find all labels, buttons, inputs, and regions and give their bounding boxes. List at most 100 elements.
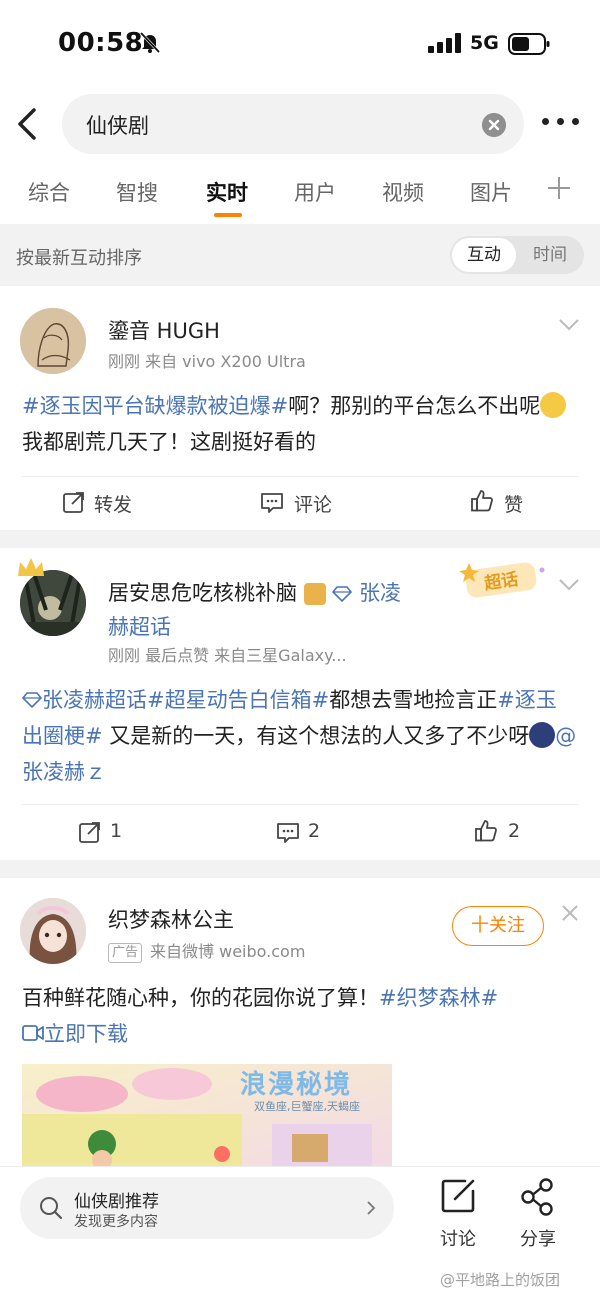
search-header: 仙侠剧: [0, 90, 600, 160]
search-input[interactable]: 仙侠剧: [62, 94, 524, 154]
like-icon[interactable]: [474, 819, 498, 843]
super-topic-tag[interactable]: 张凌赫超话: [42, 688, 147, 712]
avatar[interactable]: [20, 570, 86, 636]
tab-videos[interactable]: 视频: [382, 177, 424, 207]
username-text: 居安思危吃核桃补脑: [108, 581, 297, 605]
like-count[interactable]: 2: [508, 820, 520, 842]
super-topic-badge: 超话: [458, 560, 550, 600]
signal-icon: [428, 33, 461, 53]
post-text: 百种鲜花随心种，你的花园你说了算！: [22, 986, 379, 1010]
search-query: 仙侠剧: [86, 114, 149, 138]
back-arrow-icon[interactable]: [10, 102, 46, 146]
sort-label: 按最新互动排序: [16, 248, 142, 269]
post-text: 都想去雪地捡言正: [329, 688, 498, 712]
clear-search-icon[interactable]: [482, 113, 506, 137]
post-username[interactable]: 织梦森林公主: [108, 904, 234, 934]
post-text-continued: 又是新的一天，有这个想法的人又多了不少呀: [102, 724, 530, 748]
avatar-forest-image: [20, 570, 86, 636]
more-options-button[interactable]: [542, 116, 582, 128]
smile-emoji-icon: [540, 392, 567, 418]
status-time: 00:58: [58, 28, 144, 58]
post-hashtag[interactable]: #超星动告白信箱#: [147, 688, 329, 712]
sort-option-time[interactable]: 时间: [518, 238, 582, 272]
active-tab-indicator: [214, 213, 242, 217]
crown-icon: [18, 558, 44, 576]
like-button[interactable]: 赞: [504, 490, 523, 517]
post-text: 啊？那别的平台怎么不出呢: [288, 394, 541, 418]
bottom-bar: 仙侠剧推荐 发现更多内容 讨论 分享 @平地路上的饭团: [0, 1166, 600, 1300]
repost-icon[interactable]: [78, 820, 102, 844]
comment-icon[interactable]: [260, 490, 284, 514]
share-button[interactable]: 分享: [508, 1175, 568, 1250]
divider: [22, 804, 578, 805]
tab-smart-search[interactable]: 智搜: [116, 177, 158, 207]
chevron-down-icon[interactable]: [558, 578, 580, 592]
avatar-princess-image: [20, 898, 86, 964]
ad-image-subtitle: 双鱼座,巨蟹座,天蝎座: [254, 1100, 360, 1113]
tab-realtime[interactable]: 实时: [206, 177, 248, 207]
battery-icon: [508, 33, 550, 55]
tab-users[interactable]: 用户: [294, 177, 336, 207]
post-separator: [0, 860, 600, 878]
divider: [22, 476, 578, 477]
post-source: 来自微博 weibo.com: [150, 942, 306, 961]
search-tabs: 综合 智搜 实时 用户 视频 图片: [0, 165, 600, 221]
ad-tag: 广告: [108, 943, 143, 963]
diamond-icon: [21, 692, 43, 709]
post-card[interactable]: 居安思危吃核桃补脑 张凌赫超话 刚刚 最后点赞 来自三星Galaxy... 超话…: [0, 548, 600, 860]
super-topic-badge-label: 超话: [483, 569, 520, 595]
avatar[interactable]: [20, 308, 86, 374]
crown-badge-icon: [303, 583, 326, 605]
chevron-right-icon: [367, 1201, 376, 1215]
repost-button[interactable]: 转发: [94, 490, 132, 517]
search-icon: [40, 1197, 63, 1220]
ad-game-image[interactable]: 浪漫秘境 双鱼座,巨蟹座,天蝎座: [22, 1064, 392, 1174]
status-bar: 00:58 5G: [0, 0, 600, 90]
repost-icon[interactable]: [62, 490, 86, 514]
tab-comprehensive[interactable]: 综合: [28, 177, 70, 207]
post-username[interactable]: 鎏音 HUGH: [108, 315, 220, 345]
download-link[interactable]: 立即下载: [44, 1022, 128, 1046]
bell-off-icon: [139, 31, 161, 54]
sort-option-interaction[interactable]: 互动: [452, 238, 516, 272]
discuss-button[interactable]: 讨论: [428, 1175, 488, 1250]
comment-count[interactable]: 2: [308, 820, 320, 842]
comment-icon[interactable]: [276, 820, 300, 844]
like-icon[interactable]: [470, 489, 494, 513]
sort-toggle[interactable]: 互动 时间: [450, 236, 584, 274]
post-meta: 刚刚 来自 vivo X200 Ultra: [108, 352, 306, 371]
comment-button[interactable]: 评论: [294, 490, 332, 517]
moon-emoji-icon: [529, 722, 556, 748]
share-label: 分享: [520, 1229, 556, 1250]
add-tab-icon[interactable]: [546, 175, 572, 201]
post-card[interactable]: 鎏音 HUGH 刚刚 来自 vivo X200 Ultra #逐玉因平台缺爆款被…: [0, 286, 600, 530]
post-text-continued: 我都剧荒几天了！这剧挺好看的: [22, 430, 316, 454]
post-content[interactable]: 百种鲜花随心种，你的花园你说了算！#织梦森林# 立即下载: [22, 980, 582, 1052]
post-content[interactable]: 张凌赫超话#超星动告白信箱#都想去雪地捡言正#逐玉 出圈梗# 又是新的一天，有这…: [21, 682, 582, 790]
avatar[interactable]: [20, 898, 86, 964]
post-separator: [0, 530, 600, 548]
recommendation-title: 仙侠剧推荐: [74, 1192, 159, 1212]
repost-count[interactable]: 1: [110, 820, 122, 842]
network-type: 5G: [470, 32, 499, 54]
follow-button[interactable]: 十关注: [452, 906, 544, 946]
edit-icon: [441, 1179, 475, 1213]
post-content[interactable]: #逐玉因平台缺爆款被迫爆#啊？那别的平台怎么不出呢我都剧荒几天了！这剧挺好看的: [22, 388, 582, 460]
post-hashtag[interactable]: #织梦森林#: [379, 986, 498, 1010]
ad-image-title: 浪漫秘境: [240, 1070, 353, 1100]
post-username[interactable]: 居安思危吃核桃补脑 张凌赫超话: [108, 576, 408, 644]
diamond-icon: [332, 586, 353, 603]
tab-images[interactable]: 图片: [470, 177, 512, 207]
chevron-down-icon[interactable]: [558, 318, 580, 332]
discuss-label: 讨论: [440, 1229, 476, 1250]
close-icon[interactable]: [561, 904, 579, 922]
watermark: @平地路上的饭团: [440, 1271, 561, 1289]
sort-bar: 按最新互动排序 互动 时间: [0, 224, 600, 286]
avatar-sketch-image: [20, 308, 86, 374]
share-icon: [521, 1178, 553, 1216]
recommendation-search-box[interactable]: 仙侠剧推荐 发现更多内容: [20, 1177, 394, 1239]
recommendation-subtitle: 发现更多内容: [74, 1214, 158, 1230]
video-camera-icon: [22, 1025, 44, 1041]
post-meta: 广告 来自微博 weibo.com: [108, 938, 305, 963]
post-hashtag[interactable]: #逐玉因平台缺爆款被迫爆#: [22, 394, 288, 418]
